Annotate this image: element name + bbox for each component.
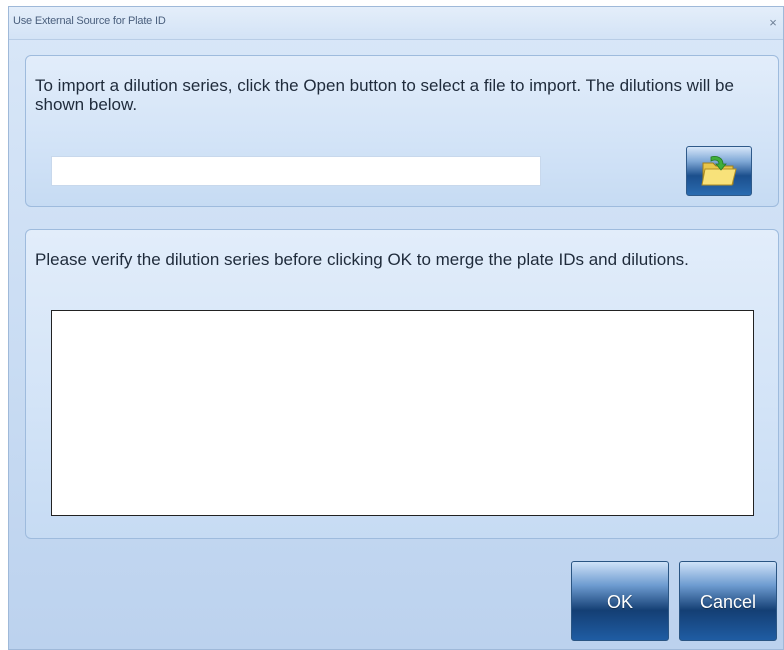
- cancel-button-label: Cancel: [699, 592, 757, 612]
- file-path-field[interactable]: [51, 156, 541, 186]
- verify-instruction: Please verify the dilution series before…: [35, 250, 689, 269]
- open-folder-icon: [701, 156, 737, 186]
- import-section: To import a dilution series, click the O…: [25, 55, 779, 207]
- dialog-title: Use External Source for Plate ID: [13, 15, 166, 27]
- external-source-dialog: Use External Source for Plate ID × To im…: [8, 6, 784, 650]
- title-bar[interactable]: Use External Source for Plate ID ×: [9, 7, 783, 40]
- open-file-button[interactable]: [686, 146, 752, 196]
- cancel-button[interactable]: Cancel: [679, 561, 777, 641]
- ok-button-label: OK: [606, 592, 633, 612]
- verify-section: Please verify the dilution series before…: [25, 229, 779, 539]
- ok-button[interactable]: OK: [571, 561, 669, 641]
- close-icon[interactable]: ×: [765, 15, 781, 31]
- import-instruction: To import a dilution series, click the O…: [35, 76, 734, 114]
- dilution-list[interactable]: [51, 310, 754, 516]
